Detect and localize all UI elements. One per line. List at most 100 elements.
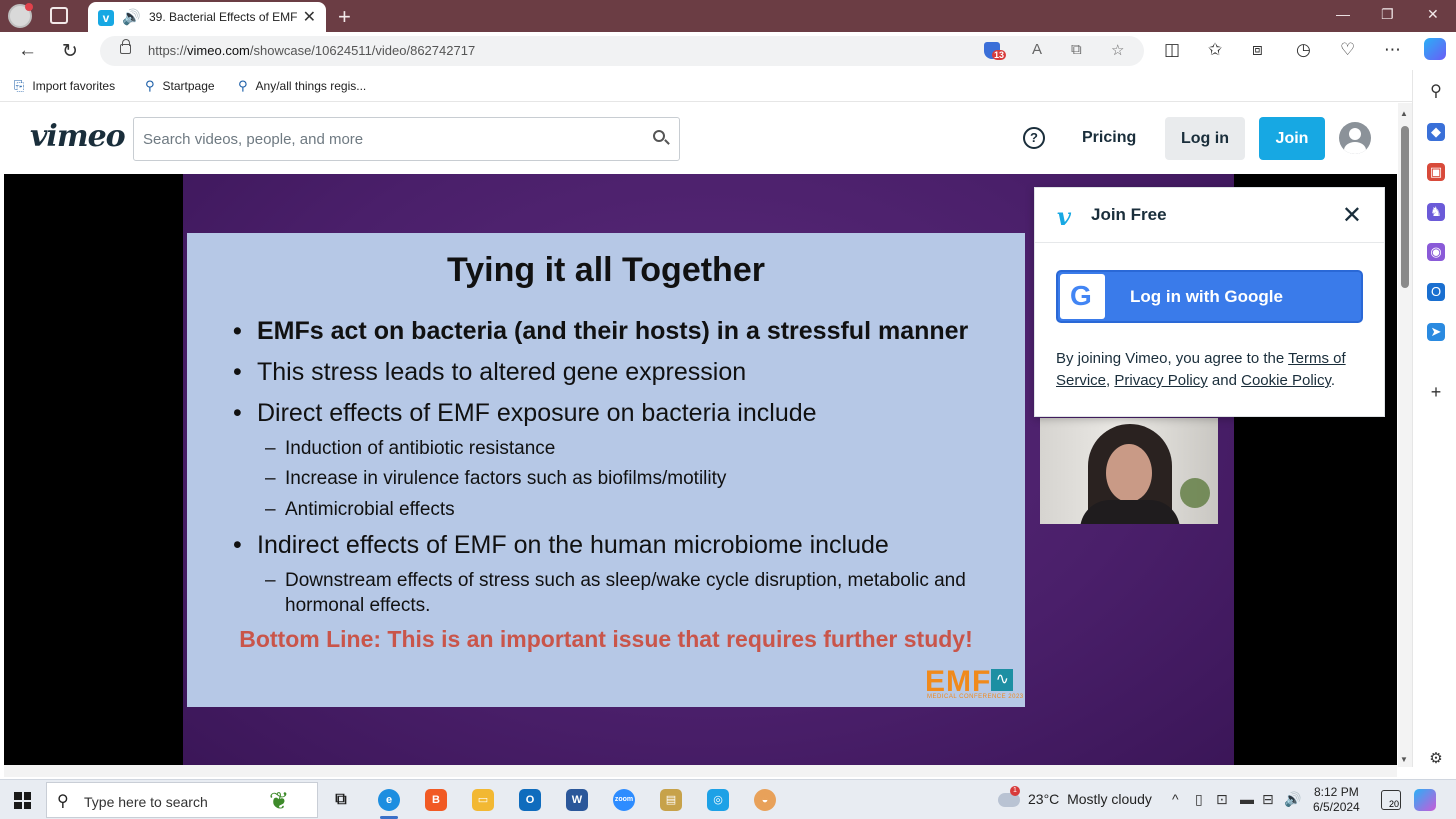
refresh-icon[interactable]: ↻: [62, 40, 78, 63]
popup-header: v Join Free ✕: [1035, 188, 1384, 243]
sidebar-settings-icon[interactable]: ⚙: [1427, 750, 1445, 768]
lock-icon[interactable]: [120, 39, 131, 54]
popup-title: Join Free: [1091, 205, 1167, 224]
profile-avatar[interactable]: [8, 3, 33, 28]
copilot-icon[interactable]: [1424, 38, 1446, 60]
favorite-startpage[interactable]: ⚲ Startpage: [145, 78, 215, 94]
scroll-up-icon[interactable]: ▲: [1400, 109, 1408, 118]
app-taskbar-icon[interactable]: ◒: [754, 789, 776, 811]
back-arrow-icon[interactable]: ←: [18, 40, 37, 62]
favorite-import[interactable]: ⎘ Import favorites: [14, 78, 115, 94]
copilot-taskbar-icon[interactable]: [1414, 789, 1436, 811]
taskbar-search-input[interactable]: ⚲ Type here to search ❦: [46, 782, 318, 818]
slide-bullet-4: Indirect effects of EMF on the human mic…: [233, 531, 889, 560]
tray-icon[interactable]: ⊡: [1216, 791, 1228, 808]
sidebar-shopping-icon[interactable]: ◆: [1427, 123, 1445, 141]
file-explorer-icon[interactable]: ▭: [472, 789, 494, 811]
sidebar-tools-icon[interactable]: ▣: [1427, 163, 1445, 181]
join-button[interactable]: Join: [1259, 117, 1325, 160]
app-taskbar-icon[interactable]: ▤: [660, 789, 682, 811]
slide-bullet-1: EMFs act on bacteria (and their hosts) i…: [233, 317, 968, 346]
scroll-down-icon[interactable]: ▼: [1400, 755, 1408, 764]
browser-essentials-icon[interactable]: ♡: [1340, 40, 1355, 60]
help-icon[interactable]: ?: [1023, 127, 1045, 149]
cookie-link[interactable]: Cookie Policy: [1241, 372, 1331, 389]
horizontal-scrollbar[interactable]: [4, 765, 1397, 777]
word-taskbar-icon[interactable]: W: [566, 789, 588, 811]
collections-icon[interactable]: ⧈: [1252, 40, 1263, 60]
search-icon[interactable]: [653, 130, 665, 142]
outlook-taskbar-icon[interactable]: O: [519, 789, 541, 811]
minimize-icon[interactable]: —: [1336, 6, 1350, 22]
extension-badge-count: 13: [992, 50, 1007, 60]
sidebar-office-icon[interactable]: ◉: [1427, 243, 1445, 261]
search-placeholder: Search videos, people, and more: [143, 131, 364, 148]
restore-icon[interactable]: ❐: [1381, 6, 1394, 23]
tab-actions-icon[interactable]: [50, 7, 68, 24]
tray-icon[interactable]: ▯: [1195, 791, 1203, 808]
pricing-link[interactable]: Pricing: [1082, 129, 1136, 147]
address-bar[interactable]: https://vimeo.com/showcase/10624511/vide…: [100, 36, 1144, 66]
search-icon: ⚲: [145, 78, 155, 93]
more-options-icon[interactable]: ⋯: [1384, 40, 1401, 60]
slide-title: Tying it all Together: [447, 251, 765, 289]
brave-taskbar-icon[interactable]: B: [425, 789, 447, 811]
taskbar-search-placeholder: Type here to search: [84, 794, 208, 810]
search-input[interactable]: Search videos, people, and more: [133, 117, 680, 161]
vimeo-favicon-icon: v: [98, 10, 114, 26]
terms-text: By joining Vimeo, you agree to the Terms…: [1056, 350, 1346, 389]
battery-icon[interactable]: ▬: [1240, 791, 1254, 807]
volume-icon[interactable]: 🔊: [1284, 791, 1301, 808]
slide-sub-bullet: Downstream effects of stress such as sle…: [265, 568, 1005, 618]
window-close-icon[interactable]: ✕: [1427, 6, 1439, 23]
favorite-registry[interactable]: ⚲ Any/all things regis...: [238, 78, 366, 94]
notification-center-icon[interactable]: 20: [1381, 790, 1401, 810]
login-button[interactable]: Log in: [1165, 117, 1245, 160]
task-view-icon[interactable]: ⧉: [330, 789, 352, 811]
new-tab-button[interactable]: +: [338, 4, 351, 30]
tab-close-icon[interactable]: ✕: [303, 7, 316, 27]
user-avatar-icon[interactable]: [1339, 122, 1371, 154]
weather-widget[interactable]: 1 23°C Mostly cloudy: [998, 786, 1152, 808]
google-login-button[interactable]: G Log in with Google: [1056, 270, 1363, 323]
windows-start-icon[interactable]: [14, 792, 31, 809]
search-icon: ⚲: [57, 793, 69, 810]
history-icon[interactable]: ◷: [1296, 40, 1311, 60]
privacy-link[interactable]: Privacy Policy: [1114, 372, 1207, 389]
app-taskbar-icon[interactable]: ◎: [707, 789, 729, 811]
close-icon[interactable]: ✕: [1342, 201, 1362, 230]
read-aloud-icon[interactable]: A: [1032, 41, 1042, 58]
clock-date: 6/5/2024: [1313, 800, 1360, 814]
tab-title: 39. Bacterial Effects of EMF Ex: [149, 10, 299, 24]
app-available-icon[interactable]: ⧉: [1071, 41, 1082, 58]
slide-bullet-3: Direct effects of EMF exposure on bacter…: [233, 399, 817, 428]
scroll-thumb[interactable]: [1401, 126, 1409, 288]
clock-time: 8:12 PM: [1314, 785, 1359, 799]
zoom-taskbar-icon[interactable]: zoom: [613, 789, 635, 811]
sidebar-outlook-icon[interactable]: O: [1427, 283, 1445, 301]
sidebar-add-icon[interactable]: +: [1427, 383, 1445, 401]
slide-sub-bullet: Antimicrobial effects: [265, 497, 455, 522]
sidebar-games-icon[interactable]: ♞: [1427, 203, 1445, 221]
favorites-bar: ⎘ Import favorites ⚲ Startpage ⚲ Any/all th…: [0, 70, 1456, 102]
address-toolbar: ← ↻ https://vimeo.com/showcase/10624511/…: [0, 32, 1456, 70]
split-screen-icon[interactable]: ◫: [1164, 40, 1180, 60]
favorites-icon[interactable]: ✩: [1208, 40, 1222, 60]
sidebar-send-icon[interactable]: ➤: [1427, 323, 1445, 341]
search-icon: ⚲: [238, 78, 248, 93]
sidebar-search-icon[interactable]: ⚲: [1427, 83, 1445, 101]
vimeo-v-icon: v: [1057, 202, 1071, 231]
speaker-icon[interactable]: 🔊: [122, 8, 141, 26]
shield-extension-icon[interactable]: 13: [984, 40, 1007, 62]
edge-taskbar-icon[interactable]: e: [378, 789, 400, 819]
emf-logo-subtitle: MEDICAL CONFERENCE 2023: [927, 694, 1024, 700]
browser-title-bar: v 🔊 39. Bacterial Effects of EMF Ex ✕ + …: [0, 0, 1456, 32]
favorite-star-icon[interactable]: ☆: [1111, 41, 1124, 59]
vertical-scrollbar[interactable]: ▲ ▼: [1398, 103, 1412, 767]
network-icon[interactable]: ⊟: [1262, 791, 1274, 808]
url-text[interactable]: https://vimeo.com/showcase/10624511/vide…: [148, 43, 475, 58]
active-tab[interactable]: v 🔊 39. Bacterial Effects of EMF Ex ✕: [88, 2, 326, 32]
show-hidden-icons-icon[interactable]: ^: [1172, 791, 1179, 807]
system-clock[interactable]: 8:12 PM 6/5/2024: [1313, 785, 1360, 815]
vimeo-logo[interactable]: vimeo: [30, 119, 126, 154]
